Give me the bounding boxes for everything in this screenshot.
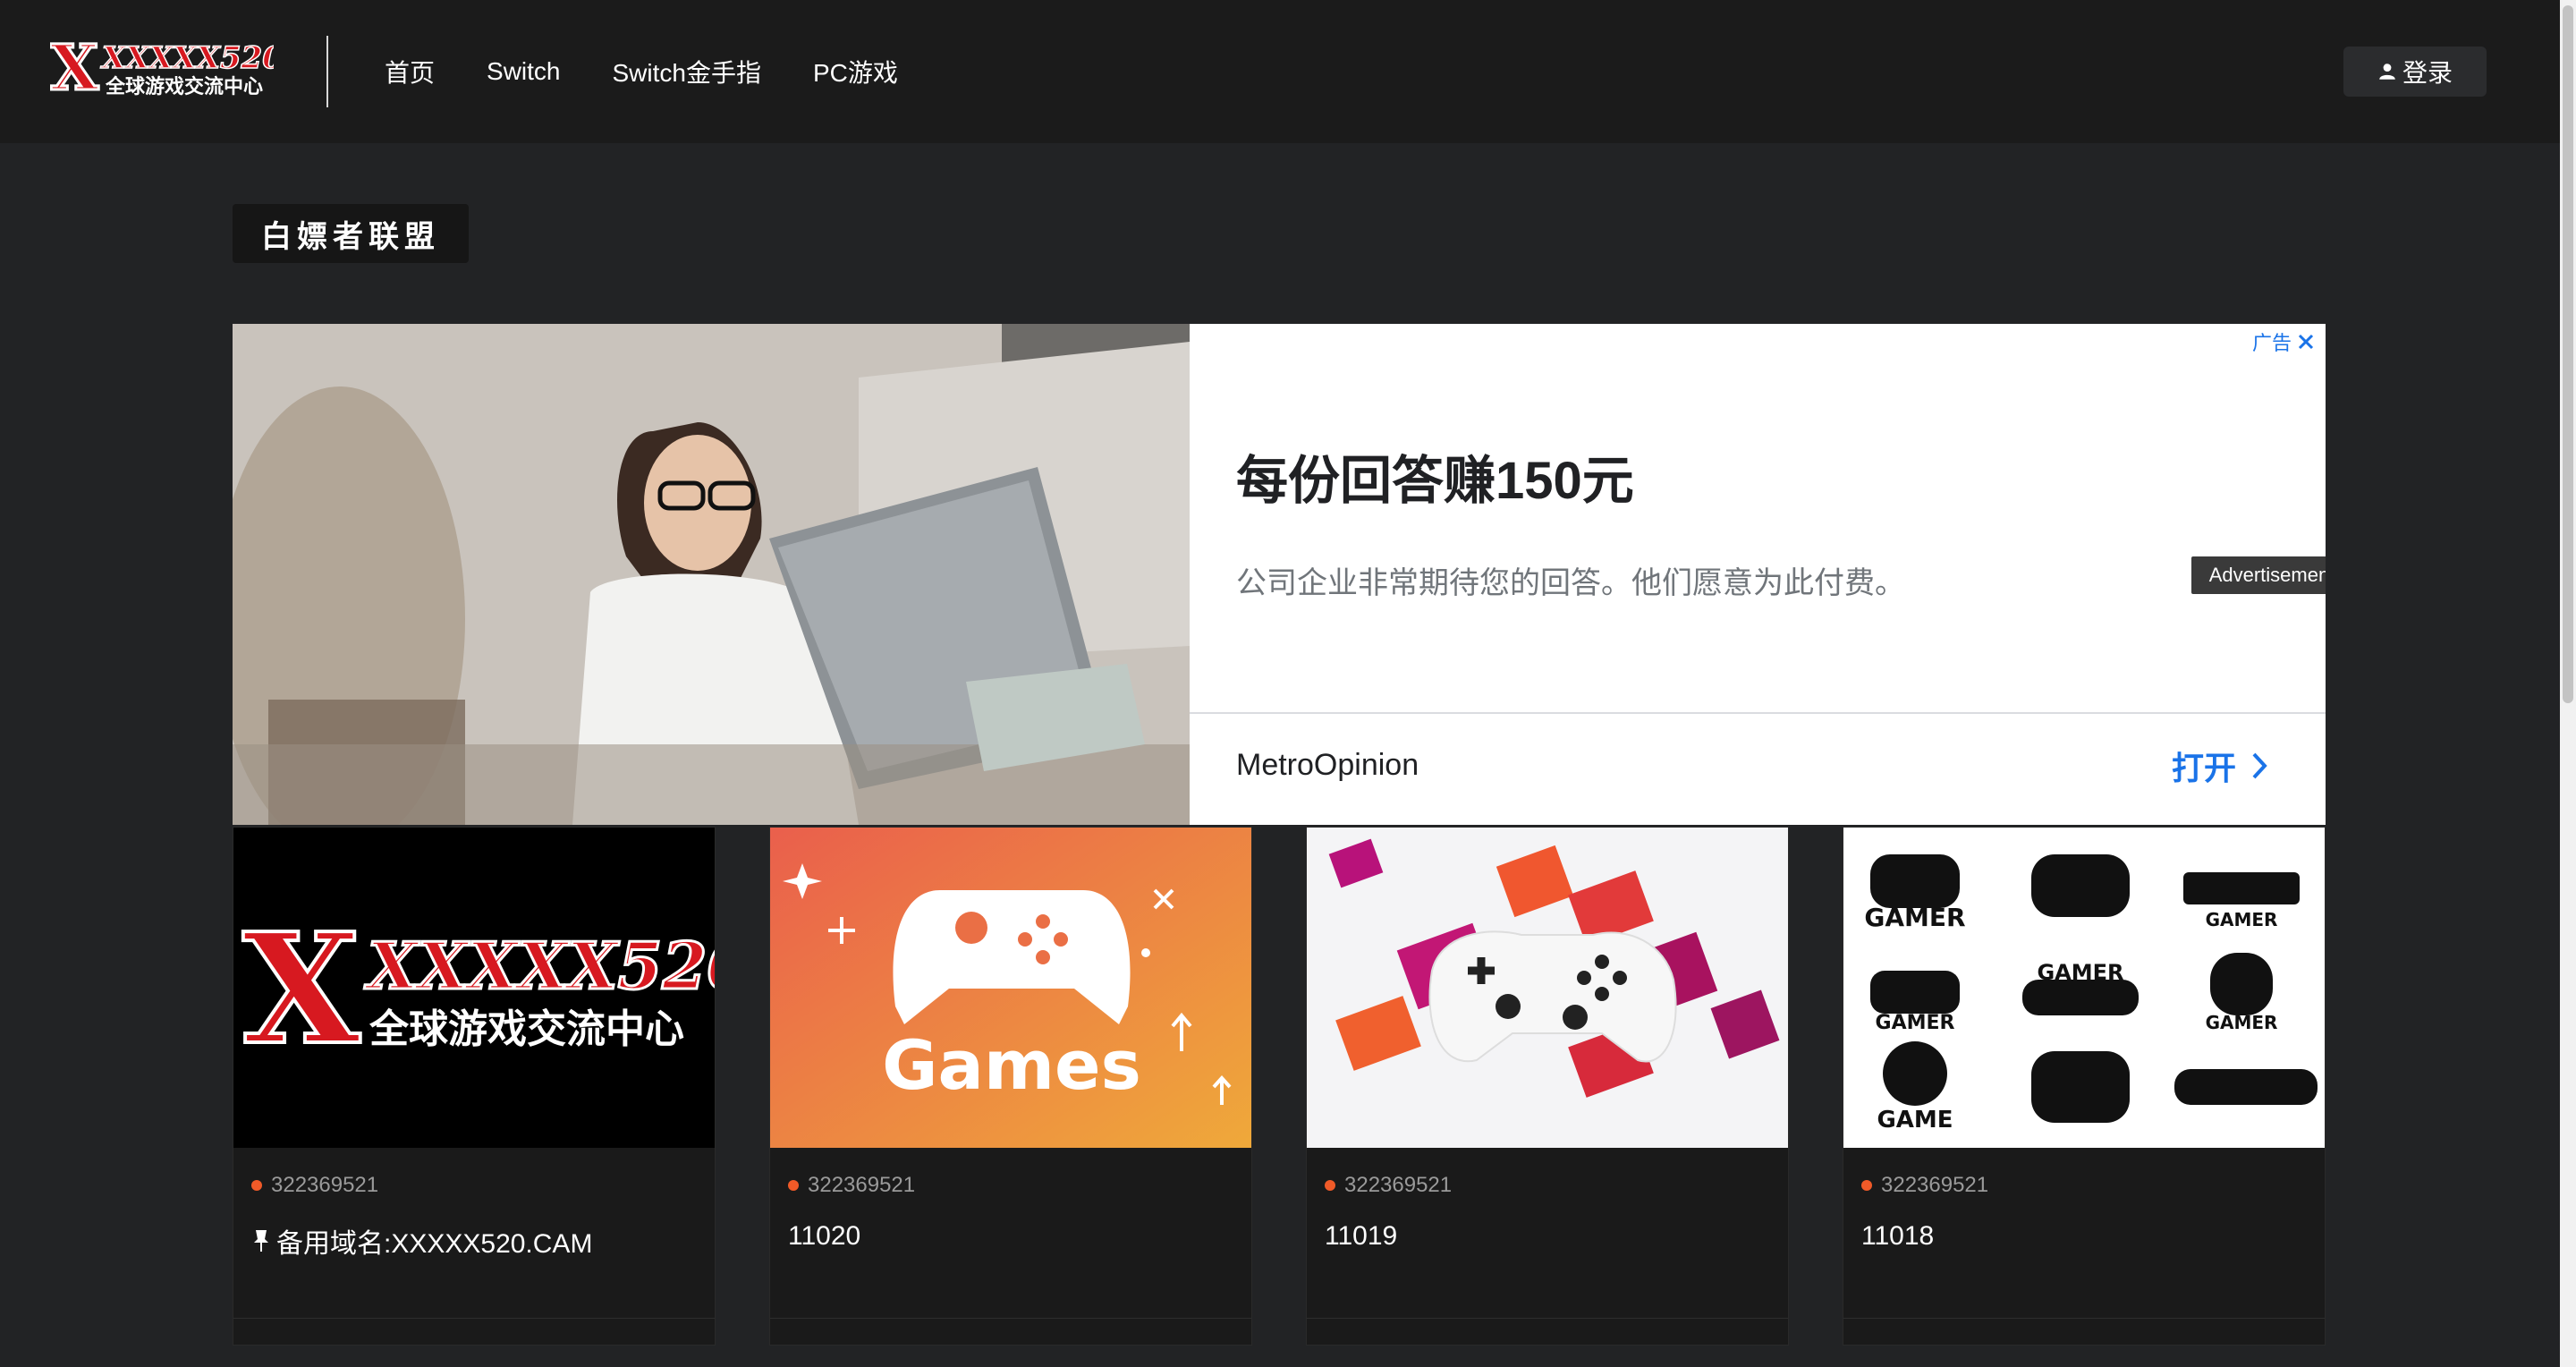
post-meta: 322369521 xyxy=(1861,1173,1988,1198)
main-nav: 首页 Switch Switch金手指 PC游戏 xyxy=(385,0,898,143)
controller-image xyxy=(1307,828,1788,1148)
post-title-text[interactable]: 11018 xyxy=(1861,1221,1934,1252)
post-title[interactable]: 11020 xyxy=(788,1221,860,1252)
status-dot xyxy=(1861,1180,1872,1191)
scrollbar-thumb[interactable] xyxy=(2563,5,2573,703)
login-label: 登录 xyxy=(2402,59,2453,87)
svg-text:GAMER: GAMER xyxy=(2206,1012,2278,1033)
site-header: X XXXXX520 全球游戏交流中心 首页 Switch Switch金手指 … xyxy=(0,0,2560,143)
section-title: 白嫖者联盟 xyxy=(233,204,469,263)
site-logo[interactable]: X XXXXX520 全球游戏交流中心 xyxy=(50,36,274,107)
svg-text:XXXXX520: XXXXX520 xyxy=(364,928,716,1004)
post-grid: X XXXXX520 全球游戏交流中心 322369521 备用域名:XXXXX… xyxy=(233,827,2326,1346)
page-scrollbar[interactable] xyxy=(2560,0,2576,1367)
post-thumbnail[interactable]: X XXXXX520 全球游戏交流中心 xyxy=(233,828,716,1148)
logo-graphic: X XXXXX520 全球游戏交流中心 xyxy=(50,36,274,106)
svg-text:Games: Games xyxy=(882,1025,1141,1105)
ad-image[interactable] xyxy=(233,324,1190,825)
games-icon-image: Games xyxy=(770,828,1251,1148)
nav-item-home[interactable]: 首页 xyxy=(385,54,435,89)
post-author[interactable]: 322369521 xyxy=(1881,1173,1988,1198)
ad-photo xyxy=(233,324,1190,825)
close-icon[interactable] xyxy=(2297,333,2315,351)
chevron-right-icon xyxy=(2252,752,2267,779)
user-icon xyxy=(2379,64,2395,80)
status-dot xyxy=(251,1180,262,1191)
svg-text:X: X xyxy=(242,900,360,1079)
status-dot xyxy=(1325,1180,1335,1191)
ad-choices-label: 广告 xyxy=(2251,332,2292,354)
svg-text:GAMER: GAMER xyxy=(1876,1012,1955,1034)
site-logo-image: X XXXXX520 全球游戏交流中心 xyxy=(233,828,716,1148)
post-thumbnail[interactable]: Games xyxy=(770,828,1251,1148)
ad-open-button[interactable]: 打开 xyxy=(2172,743,2270,789)
card-divider xyxy=(770,1318,1251,1319)
post-title-text[interactable]: 11020 xyxy=(788,1221,860,1252)
post-author[interactable]: 322369521 xyxy=(271,1173,378,1198)
login-button[interactable]: 登录 xyxy=(2343,47,2487,97)
svg-text:全球游戏交流中心: 全球游戏交流中心 xyxy=(369,1006,684,1052)
post-meta: 322369521 xyxy=(1325,1173,1452,1198)
card-divider xyxy=(233,1318,715,1319)
ad-content[interactable]: 广告 每份回答赚150元 公司企业非常期待您的回答。他们愿意为此付费。 Adve… xyxy=(1190,324,2326,825)
post-title-text[interactable]: 11019 xyxy=(1325,1221,1397,1252)
ad-open-label: 打开 xyxy=(2171,750,2236,786)
logo-divider xyxy=(326,36,328,107)
ad-divider xyxy=(1190,712,2326,714)
card-divider xyxy=(1843,1318,2325,1319)
status-dot xyxy=(788,1180,799,1191)
ad-description: 公司企业非常期待您的回答。他们愿意为此付费。 xyxy=(1236,566,1905,600)
post-card[interactable]: 322369521 11019 xyxy=(1306,827,1789,1346)
svg-text:GAME: GAME xyxy=(1877,1107,1953,1134)
post-title[interactable]: 备用域名:XXXXX520.CAM xyxy=(251,1221,592,1261)
svg-text:GAMER: GAMER xyxy=(2206,909,2278,930)
post-title[interactable]: 11019 xyxy=(1325,1221,1397,1252)
post-card[interactable]: GAMER GAMER GAMER GAMER GAMER GAME 32236… xyxy=(1843,827,2326,1346)
post-thumbnail[interactable] xyxy=(1307,828,1788,1148)
svg-text:XXXXX520: XXXXX520 xyxy=(100,40,274,76)
svg-text:GAMER: GAMER xyxy=(1864,903,1965,932)
ad-title[interactable]: 每份回答赚150元 xyxy=(1236,438,1634,514)
post-card[interactable]: X XXXXX520 全球游戏交流中心 322369521 备用域名:XXXXX… xyxy=(233,827,716,1346)
svg-text:GAMER: GAMER xyxy=(2037,960,2123,985)
gamer-stickers-image: GAMER GAMER GAMER GAMER GAMER GAME xyxy=(1843,828,2325,1148)
post-author[interactable]: 322369521 xyxy=(1344,1173,1452,1198)
nav-item-switch-cheats[interactable]: Switch金手指 xyxy=(612,54,760,89)
card-divider xyxy=(1307,1318,1788,1319)
post-meta: 322369521 xyxy=(251,1173,378,1198)
post-card[interactable]: Games 322369521 11020 xyxy=(769,827,1252,1346)
post-title-text[interactable]: 备用域名:XXXXX520.CAM xyxy=(276,1221,592,1261)
nav-item-pc-games[interactable]: PC游戏 xyxy=(813,54,898,89)
ad-banner[interactable]: 广告 每份回答赚150元 公司企业非常期待您的回答。他们愿意为此付费。 Adve… xyxy=(233,324,2326,825)
svg-text:全球游戏交流中心: 全球游戏交流中心 xyxy=(105,75,263,98)
svg-text:X: X xyxy=(50,36,99,105)
nav-item-switch[interactable]: Switch xyxy=(487,57,560,86)
post-author[interactable]: 322369521 xyxy=(808,1173,915,1198)
post-meta: 322369521 xyxy=(788,1173,915,1198)
post-title[interactable]: 11018 xyxy=(1861,1221,1934,1252)
ad-choices[interactable]: 广告 xyxy=(2252,327,2315,356)
ad-advertiser[interactable]: MetroOpinion xyxy=(1236,748,1419,783)
pin-icon xyxy=(254,1230,268,1252)
ad-badge: Advertisement xyxy=(2191,556,2326,594)
post-thumbnail[interactable]: GAMER GAMER GAMER GAMER GAMER GAME xyxy=(1843,828,2325,1148)
